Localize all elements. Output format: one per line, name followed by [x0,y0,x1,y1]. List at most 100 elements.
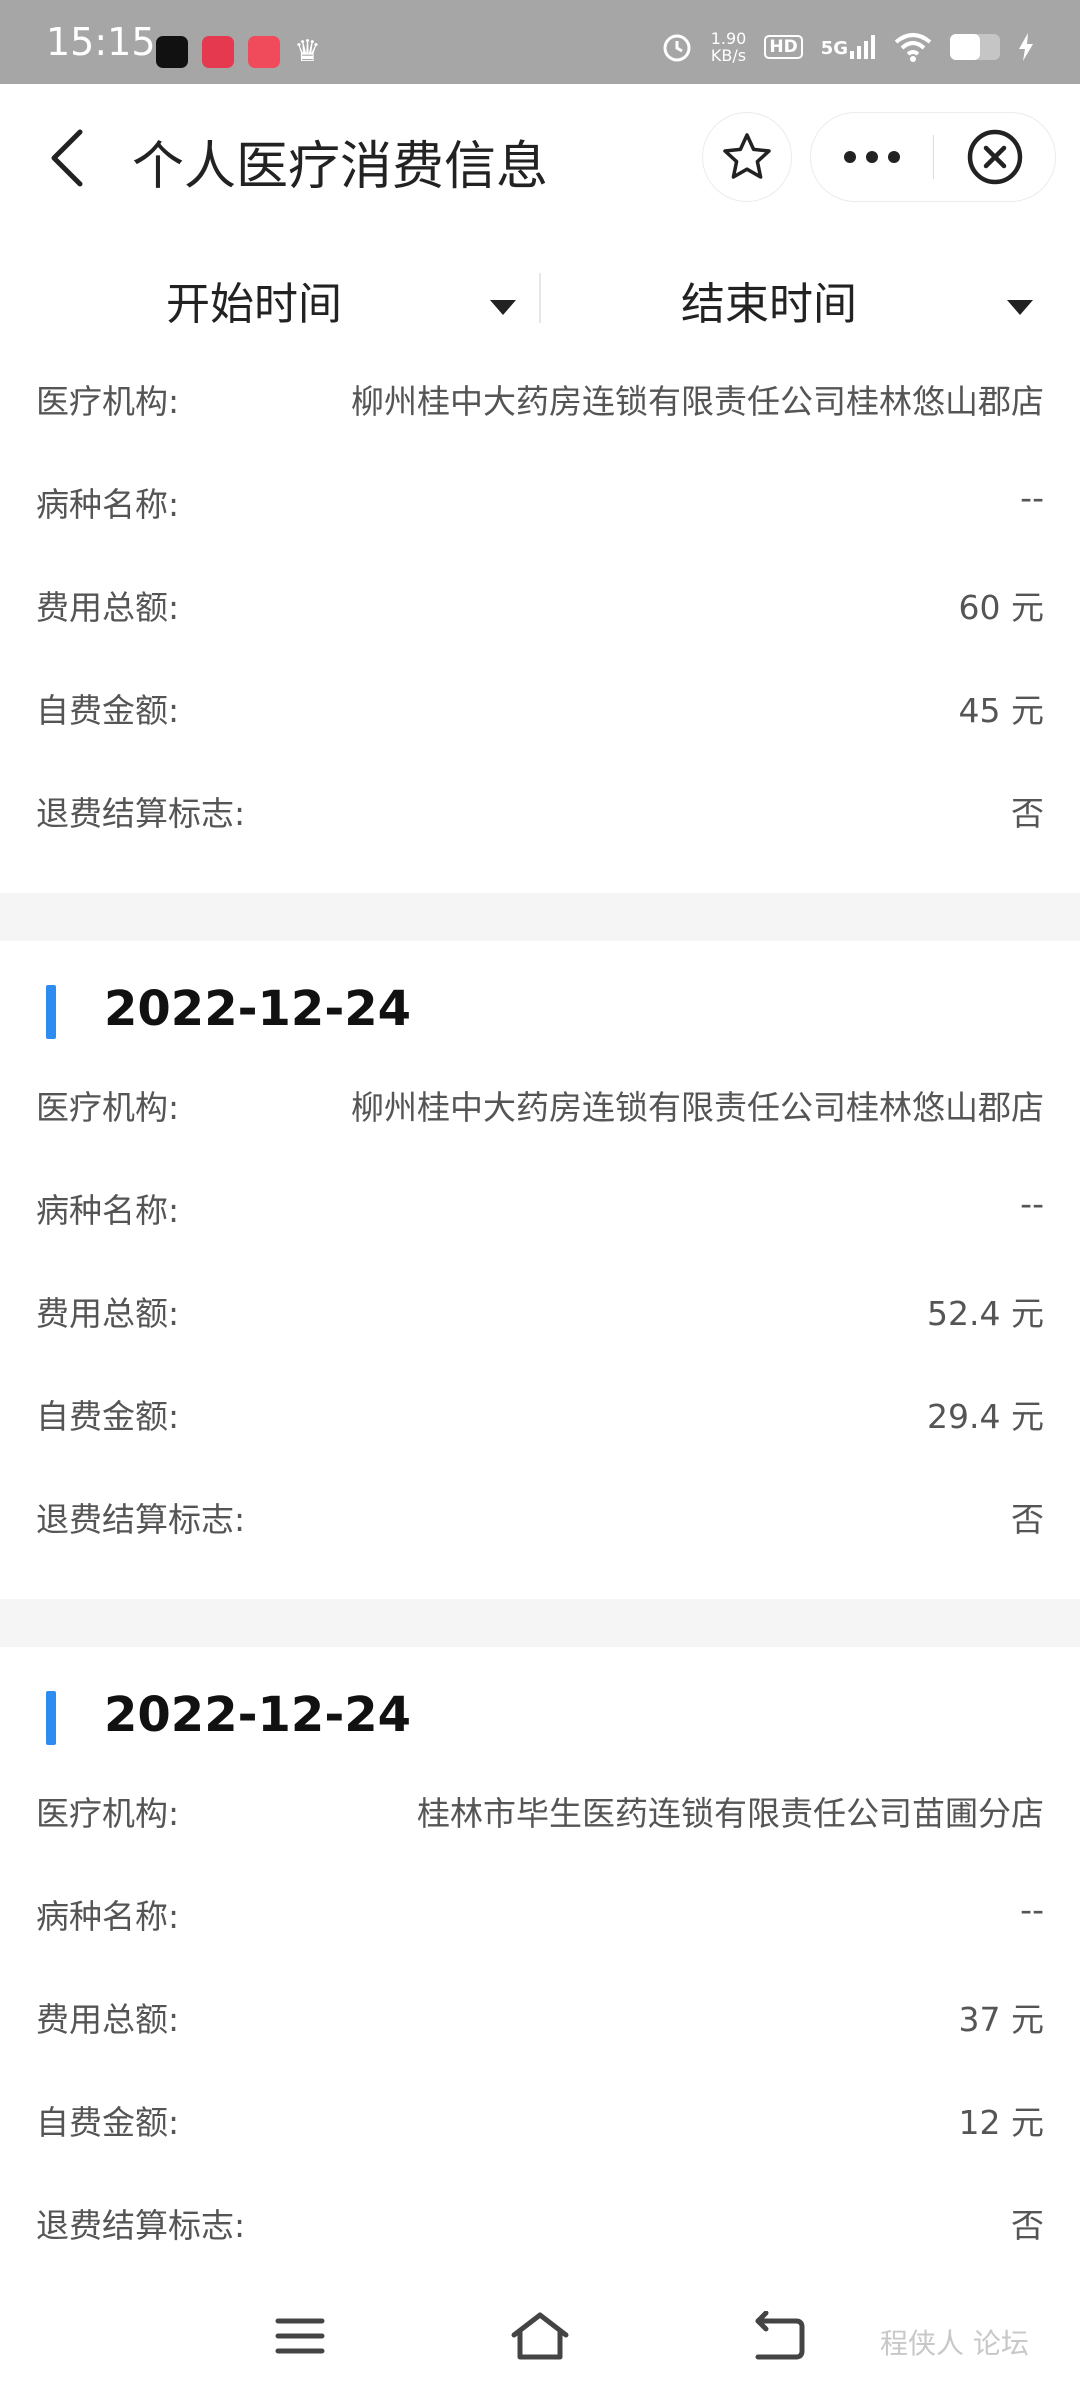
home-icon [511,2312,569,2360]
status-indicators: 1.90 KB/s HD 5G [661,30,1034,64]
total-label: 费用总额: [36,2000,180,2039]
status-time: 15:15 [46,20,156,64]
record-spacer [0,860,1080,893]
disease-value: -- [1020,478,1044,517]
total-row: 费用总额: 37 元 [0,1963,1080,2066]
signal-bars-icon [850,35,875,59]
institution-value: 柳州桂中大药房连锁有限责任公司桂林悠山郡店 [351,382,1044,421]
self-pay-value: 45 元 [958,691,1044,730]
self-pay-label: 自费金额: [36,1397,180,1436]
shopping-app-icon [202,36,234,68]
institution-label: 医疗机构: [36,1794,180,1833]
tiktok-app-icon [156,36,188,68]
section-gap [0,1599,1080,1647]
institution-value: 柳州桂中大药房连锁有限责任公司桂林悠山郡店 [351,1088,1044,1127]
mini-program-capsule [810,112,1056,202]
refund-row: 退费结算标志: 否 [0,1463,1080,1566]
record-date: 2022-12-24 [104,1687,412,1743]
disease-row: 病种名称: -- [0,448,1080,551]
back-nav-button[interactable] [742,2298,818,2374]
status-app-icons: ♛ [156,36,321,68]
self-pay-row: 自费金额: 12 元 [0,2066,1080,2169]
refund-label: 退费结算标志: [36,794,246,833]
app-header: 个人医疗消费信息 [0,84,1080,234]
end-time-filter[interactable]: 结束时间 [541,255,1080,345]
record-card: 医疗机构: 柳州桂中大药房连锁有限责任公司桂林悠山郡店 病种名称: -- 费用总… [0,345,1080,893]
wifi-icon [894,33,932,62]
disease-value: -- [1020,1890,1044,1929]
back-button[interactable] [40,126,96,190]
disease-row: 病种名称: -- [0,1860,1080,1963]
disease-label: 病种名称: [36,1897,180,1936]
total-row: 费用总额: 52.4 元 [0,1257,1080,1360]
chevron-left-icon [51,129,83,187]
status-bar: 15:15 ♛ 1.90 KB/s HD 5G [0,0,1080,84]
section-gap [0,893,1080,941]
battery-icon [950,34,1000,60]
end-time-label: 结束时间 [681,279,857,330]
battery-level [950,34,980,60]
home-button[interactable] [502,2298,578,2374]
system-nav-bar: 程侠人 论坛 [0,2272,1080,2400]
disease-label: 病种名称: [36,485,180,524]
refund-row: 退费结算标志: 否 [0,757,1080,860]
institution-label: 医疗机构: [36,382,180,421]
total-value: 37 元 [958,2000,1044,2039]
disease-row: 病种名称: -- [0,1154,1080,1257]
charging-icon [1019,33,1033,61]
alarm-icon [663,34,691,62]
self-pay-row: 自费金额: 45 元 [0,654,1080,757]
star-icon [723,133,771,179]
record-card: 2022-12-24 医疗机构: 柳州桂中大药房连锁有限责任公司桂林悠山郡店 病… [0,941,1080,1599]
record-date-header: 2022-12-24 [0,941,1080,1051]
start-time-filter[interactable]: 开始时间 [0,255,539,345]
total-label: 费用总额: [36,1294,180,1333]
institution-row: 医疗机构: 桂林市毕生医药连锁有限责任公司苗圃分店 [0,1757,1080,1860]
record-date-header: 2022-12-24 [0,1647,1080,1757]
self-pay-value: 29.4 元 [927,1397,1044,1436]
more-dots-icon [844,151,900,163]
refund-label: 退费结算标志: [36,1500,246,1539]
forum-watermark: 程侠人 论坛 [880,2327,1029,2360]
refund-value: 否 [1011,794,1044,833]
caret-down-icon [1007,300,1033,315]
record-card: 2022-12-24 医疗机构: 桂林市毕生医药连锁有限责任公司苗圃分店 病种名… [0,1647,1080,2272]
self-pay-label: 自费金额: [36,691,180,730]
caret-down-icon [490,300,516,315]
date-filter-bar: 开始时间 结束时间 [0,255,1080,345]
record-date: 2022-12-24 [104,981,412,1037]
self-pay-label: 自费金额: [36,2103,180,2142]
start-time-label: 开始时间 [166,279,342,330]
video-app-icon [248,36,280,68]
return-icon [755,2311,805,2360]
refund-value: 否 [1011,2206,1044,2245]
crown-icon: ♛ [294,34,321,69]
refund-label: 退费结算标志: [36,2206,246,2245]
institution-row: 医疗机构: 柳州桂中大药房连锁有限责任公司桂林悠山郡店 [0,345,1080,448]
more-button[interactable] [811,113,933,201]
page-title: 个人医疗消费信息 [132,137,549,197]
refund-value: 否 [1011,1500,1044,1539]
self-pay-value: 12 元 [958,2103,1044,2142]
menu-icon [275,2318,325,2354]
favorite-button[interactable] [702,112,792,202]
network-type: 5G [820,38,848,59]
total-label: 费用总额: [36,588,180,627]
institution-row: 医疗机构: 柳州桂中大药房连锁有限责任公司桂林悠山郡店 [0,1051,1080,1154]
disease-label: 病种名称: [36,1191,180,1230]
date-accent-bar [46,1691,56,1745]
total-row: 费用总额: 60 元 [0,551,1080,654]
speed-value: 1.90 [710,29,747,48]
institution-value: 桂林市毕生医药连锁有限责任公司苗圃分店 [417,1794,1044,1833]
disease-value: -- [1020,1184,1044,1223]
menu-button[interactable] [262,2298,338,2374]
total-value: 60 元 [958,588,1044,627]
institution-label: 医疗机构: [36,1088,180,1127]
record-spacer [0,1566,1080,1599]
close-button[interactable] [934,113,1056,201]
total-value: 52.4 元 [927,1294,1044,1333]
speed-unit: KB/s [710,46,747,65]
refund-row: 退费结算标志: 否 [0,2169,1080,2272]
hd-badge: HD [764,35,803,59]
network-speed: 1.90 KB/s [711,30,747,64]
